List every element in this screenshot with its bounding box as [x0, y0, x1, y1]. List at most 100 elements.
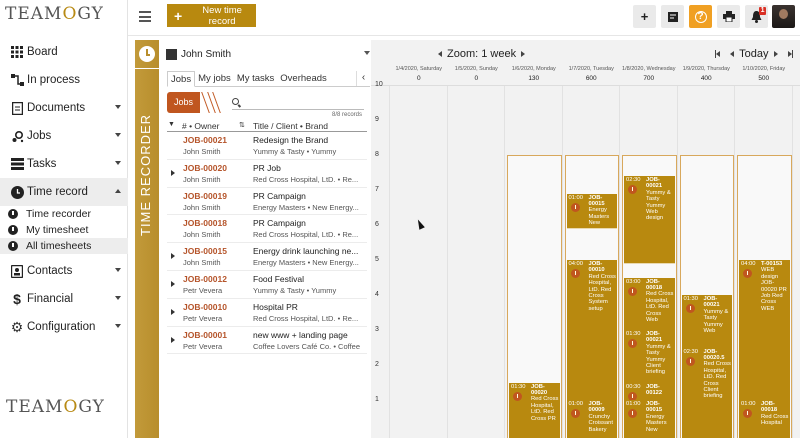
prev-icon[interactable]: [730, 51, 735, 57]
today-button[interactable]: Today: [739, 48, 768, 60]
sidebar-item-financial[interactable]: $ Financial: [0, 285, 128, 313]
notes-button[interactable]: [661, 5, 684, 28]
event-details: Red Cross Hospital, LtD. Red Cross Clien…: [703, 361, 731, 400]
sort-icon[interactable]: ▼: [168, 121, 175, 128]
expand-icon[interactable]: [171, 169, 175, 176]
expand-icon[interactable]: [171, 308, 175, 315]
expand-icon[interactable]: [171, 336, 175, 343]
sidebar: TEAMOGY Board In process Documents Jobs …: [0, 0, 128, 438]
search-input[interactable]: [232, 97, 364, 110]
job-code[interactable]: JOB-00001: [183, 330, 227, 340]
job-client: Energy Masters • New Energy...: [253, 258, 359, 268]
table-row[interactable]: JOB-00015 John Smith Energy drink launch…: [167, 243, 367, 271]
y-axis-label: 10: [375, 81, 383, 88]
chevron-down-icon: [115, 268, 121, 272]
sidebar-subitem-label: All timesheets: [26, 240, 92, 252]
time-record-event[interactable]: 01:00 JOB-00015 Energy Masters New: [566, 193, 617, 229]
user-avatar: [166, 48, 177, 60]
tab-jobs[interactable]: Jobs: [167, 71, 196, 87]
menu-icon[interactable]: [139, 11, 151, 22]
avatar[interactable]: [772, 5, 795, 28]
table-row[interactable]: JOB-00021 John Smith Redesign the Brand …: [167, 132, 367, 160]
sidebar-subitem-time-recorder[interactable]: Time recorder: [0, 206, 128, 222]
job-title: new www + landing page: [253, 329, 348, 340]
y-axis-label: 9: [375, 116, 379, 123]
sidebar-item-board[interactable]: Board: [0, 38, 128, 66]
sidebar-item-contacts[interactable]: Contacts: [0, 257, 128, 285]
next-icon[interactable]: [773, 51, 778, 57]
breadcrumb-jobs[interactable]: Jobs: [167, 92, 201, 113]
table-row[interactable]: JOB-00019 John Smith PR Campaign Energy …: [167, 188, 367, 216]
clock-icon[interactable]: [139, 46, 155, 62]
expand-icon[interactable]: [171, 253, 175, 260]
time-record-event[interactable]: 02:30 JOB-00021 Yummy & Tasty Yummy Web d…: [624, 176, 675, 264]
help-button[interactable]: ?: [689, 5, 712, 28]
sidebar-subitem-my-timesheet[interactable]: My timesheet: [0, 222, 128, 238]
time-record-event[interactable]: 01:30 JOB-00020 Red Cross Hospital, LtD. …: [509, 382, 560, 438]
table-header: ▼ # • Owner ⇅ Title / Client • Brand: [167, 119, 367, 132]
tab-overheads[interactable]: Overheads: [277, 71, 329, 87]
table-row[interactable]: JOB-00020 John Smith PR Job Red Cross Ho…: [167, 160, 367, 188]
add-button[interactable]: +: [633, 5, 656, 28]
job-code[interactable]: JOB-00015: [183, 246, 227, 256]
event-job-code: JOB-00021: [703, 296, 720, 309]
time-record-event[interactable]: 04:00 T-00153 WEB design JOB-00020 PR Job…: [739, 260, 790, 404]
chevron-down-icon: [115, 296, 121, 300]
zoom-in-icon[interactable]: [521, 51, 526, 57]
tab-my-tasks[interactable]: My tasks: [234, 71, 277, 87]
event-job-code: JOB-00018: [761, 401, 778, 414]
sidebar-item-documents[interactable]: Documents: [0, 94, 128, 122]
time-record-event[interactable]: 01:00 JOB-00018 Red Cross Hospital: [739, 400, 790, 438]
sidebar-item-label: Documents: [27, 102, 86, 114]
chevron-down-icon: [364, 51, 370, 55]
sidebar-item-tasks[interactable]: Tasks: [0, 150, 128, 178]
event-duration: 02:30: [683, 348, 699, 355]
job-code[interactable]: JOB-00020: [183, 163, 227, 173]
breadcrumb[interactable]: Jobs: [167, 92, 221, 113]
tab-my-jobs[interactable]: My jobs: [195, 71, 234, 87]
time-record-event[interactable]: 01:30 JOB-00021 Yummy & Tasty Yummy Clien…: [624, 330, 675, 387]
first-icon-arrow[interactable]: [716, 51, 721, 57]
time-record-event[interactable]: 01:00 JOB-00009 Crunchy Croissant Bakery: [566, 400, 617, 438]
column-owner[interactable]: # • Owner: [182, 121, 219, 131]
sidebar-subitem-label: My timesheet: [26, 224, 89, 236]
event-text: JOB-00020 Red Cross Hospital, LtD. Red C…: [531, 384, 559, 422]
job-code[interactable]: JOB-00010: [183, 302, 227, 312]
table-row[interactable]: JOB-00010 Petr Vevera Hospital PR Red Cr…: [167, 299, 367, 327]
user-selector[interactable]: John Smith: [166, 46, 370, 62]
new-time-record-button[interactable]: + New time record: [167, 4, 256, 27]
day-minutes: 0: [416, 75, 421, 82]
time-record-event[interactable]: 01:00 JOB-00015 Energy Masters New: [624, 400, 675, 438]
job-code[interactable]: JOB-00012: [183, 274, 227, 284]
time-record-event[interactable]: 04:00 JOB-00010 Red Cross Hospital, LtD. …: [566, 260, 617, 404]
chevron-left-icon[interactable]: ‹: [356, 71, 370, 86]
sidebar-item-jobs[interactable]: Jobs: [0, 122, 128, 150]
print-button[interactable]: [717, 5, 740, 28]
sidebar-item-time-record[interactable]: Time record: [0, 178, 128, 206]
event-details: Yummy & Tasty Yummy Client briefing: [646, 343, 671, 376]
sort-icon[interactable]: ⇅: [239, 121, 245, 129]
sidebar-item-configuration[interactable]: ⚙ Configuration: [0, 313, 128, 341]
grid-column-line: [791, 86, 793, 438]
sidebar-item-in-process[interactable]: In process: [0, 66, 128, 94]
time-record-event[interactable]: 01:30 JOB-00021 Yummy & Tasty Yummy Web: [681, 295, 732, 352]
time-record-event[interactable]: 02:30 JOB-00020.5 Red Cross Hospital, LtD…: [681, 347, 732, 438]
notifications-button[interactable]: 1: [745, 5, 768, 28]
expand-icon[interactable]: [171, 280, 175, 287]
sidebar-subitem-all-timesheets[interactable]: All timesheets: [0, 238, 128, 254]
logo[interactable]: TEAMOGY: [5, 4, 104, 24]
zoom-control[interactable]: Zoom: 1 week: [438, 48, 526, 60]
column-title[interactable]: Title / Client • Brand: [253, 121, 328, 131]
job-code[interactable]: JOB-00018: [183, 218, 227, 228]
job-code[interactable]: JOB-00021: [183, 135, 227, 145]
table-row[interactable]: JOB-00012 Petr Vevera Food Festival Yumm…: [167, 271, 367, 299]
clock-icon: [628, 185, 637, 194]
zoom-out-icon[interactable]: [438, 51, 442, 57]
day-header: 1/9/2020, Thursday 400: [678, 66, 736, 82]
time-record-event[interactable]: 03:00 JOB-00018 Red Cross Hospital, LtD. …: [624, 277, 675, 334]
job-code[interactable]: JOB-00019: [183, 191, 227, 201]
user-name: John Smith: [181, 48, 232, 60]
table-row[interactable]: JOB-00001 Petr Vevera new www + landing …: [167, 327, 367, 355]
table-row[interactable]: JOB-00018 John Smith PR Campaign Red Cro…: [167, 215, 367, 244]
last-icon[interactable]: [791, 50, 793, 58]
